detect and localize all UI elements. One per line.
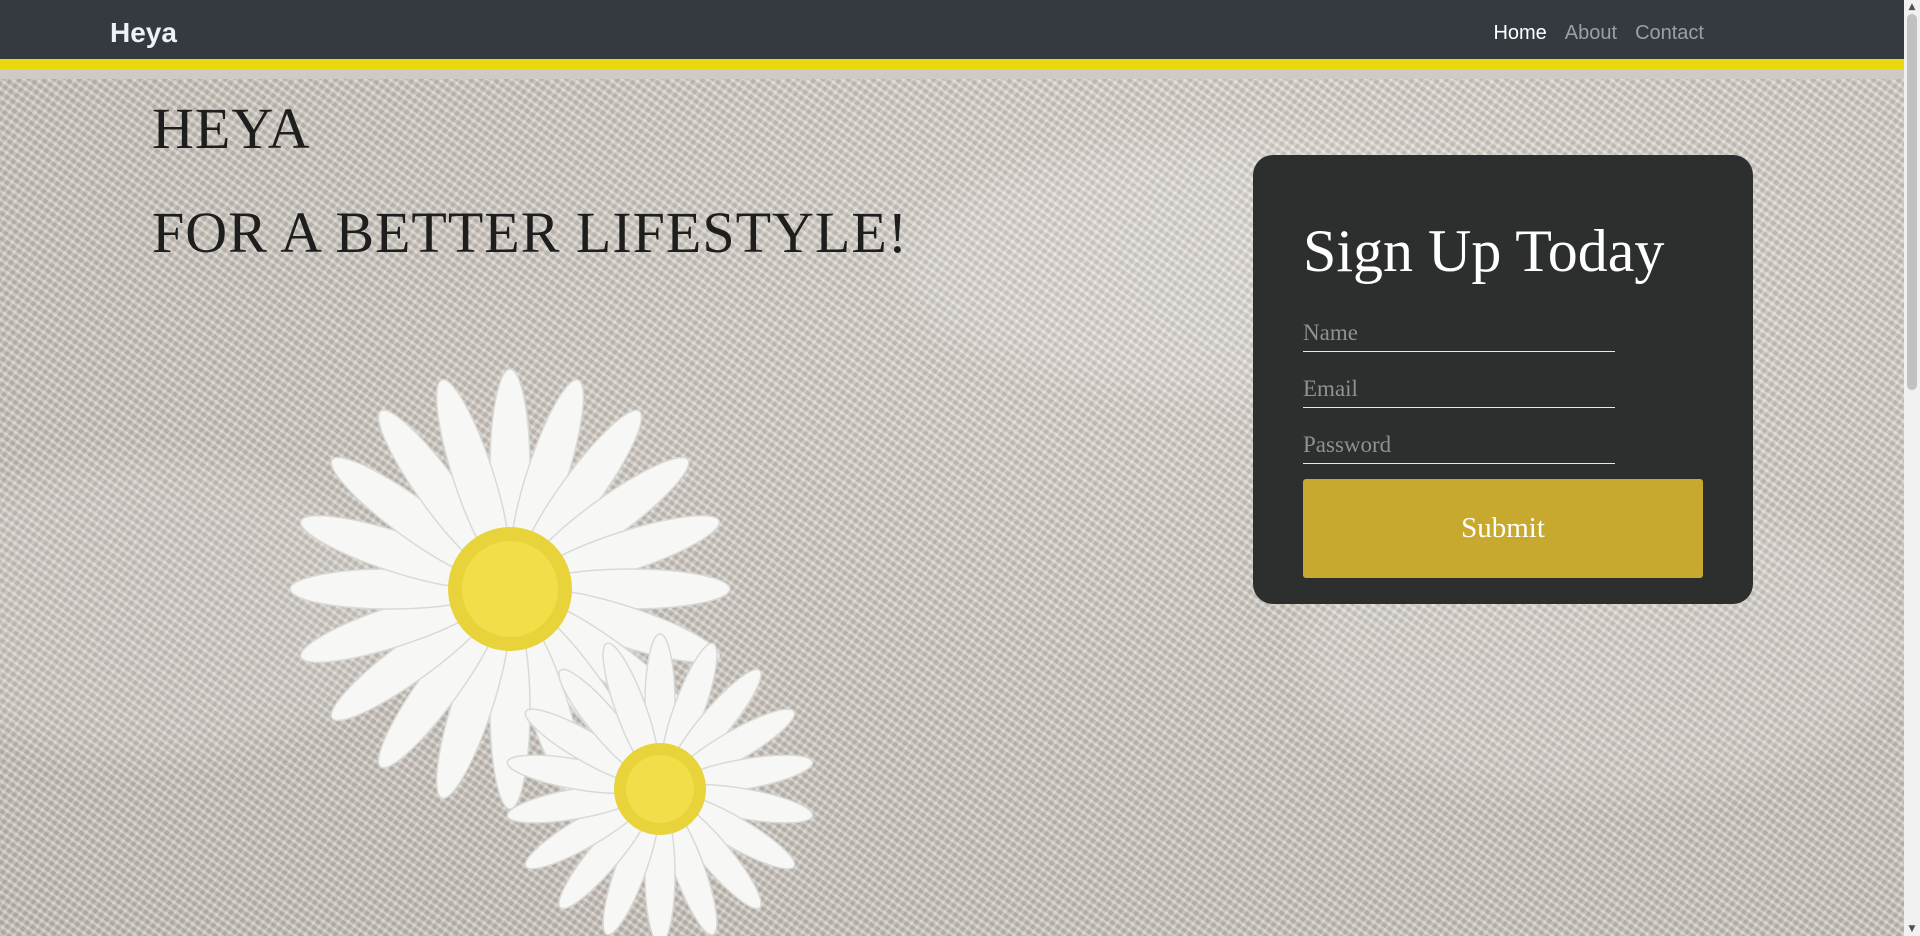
arrow-up-icon[interactable]: ▲ xyxy=(1904,0,1920,14)
navbar-accent-strip xyxy=(0,59,1904,69)
email-input[interactable] xyxy=(1303,371,1615,408)
signup-card: Sign Up Today Submit xyxy=(1253,155,1753,604)
scrollbar-thumb[interactable] xyxy=(1907,14,1917,390)
submit-button[interactable]: Submit xyxy=(1303,479,1703,578)
nav-link-home[interactable]: Home xyxy=(1493,22,1546,45)
name-input[interactable] xyxy=(1303,315,1615,352)
arrow-down-icon[interactable]: ▼ xyxy=(1904,922,1920,936)
brand-logo[interactable]: Heya xyxy=(110,17,177,49)
hero-tagline: FOR A BETTER LIFESTYLE! xyxy=(152,200,909,265)
nav-links: Home About Contact xyxy=(1493,22,1704,45)
hero-title: HEYA xyxy=(152,96,311,161)
navbar: Heya Home About Contact xyxy=(0,0,1904,69)
nav-link-contact[interactable]: Contact xyxy=(1635,22,1704,45)
nav-link-about[interactable]: About xyxy=(1565,22,1617,45)
hero-section: HEYA FOR A BETTER LIFESTYLE! Sign Up Tod… xyxy=(0,79,1904,936)
vertical-scrollbar[interactable]: ▲ ▼ xyxy=(1904,0,1920,936)
signup-title: Sign Up Today xyxy=(1303,218,1665,284)
password-input[interactable] xyxy=(1303,427,1615,464)
daisy-flower-small xyxy=(506,633,814,936)
